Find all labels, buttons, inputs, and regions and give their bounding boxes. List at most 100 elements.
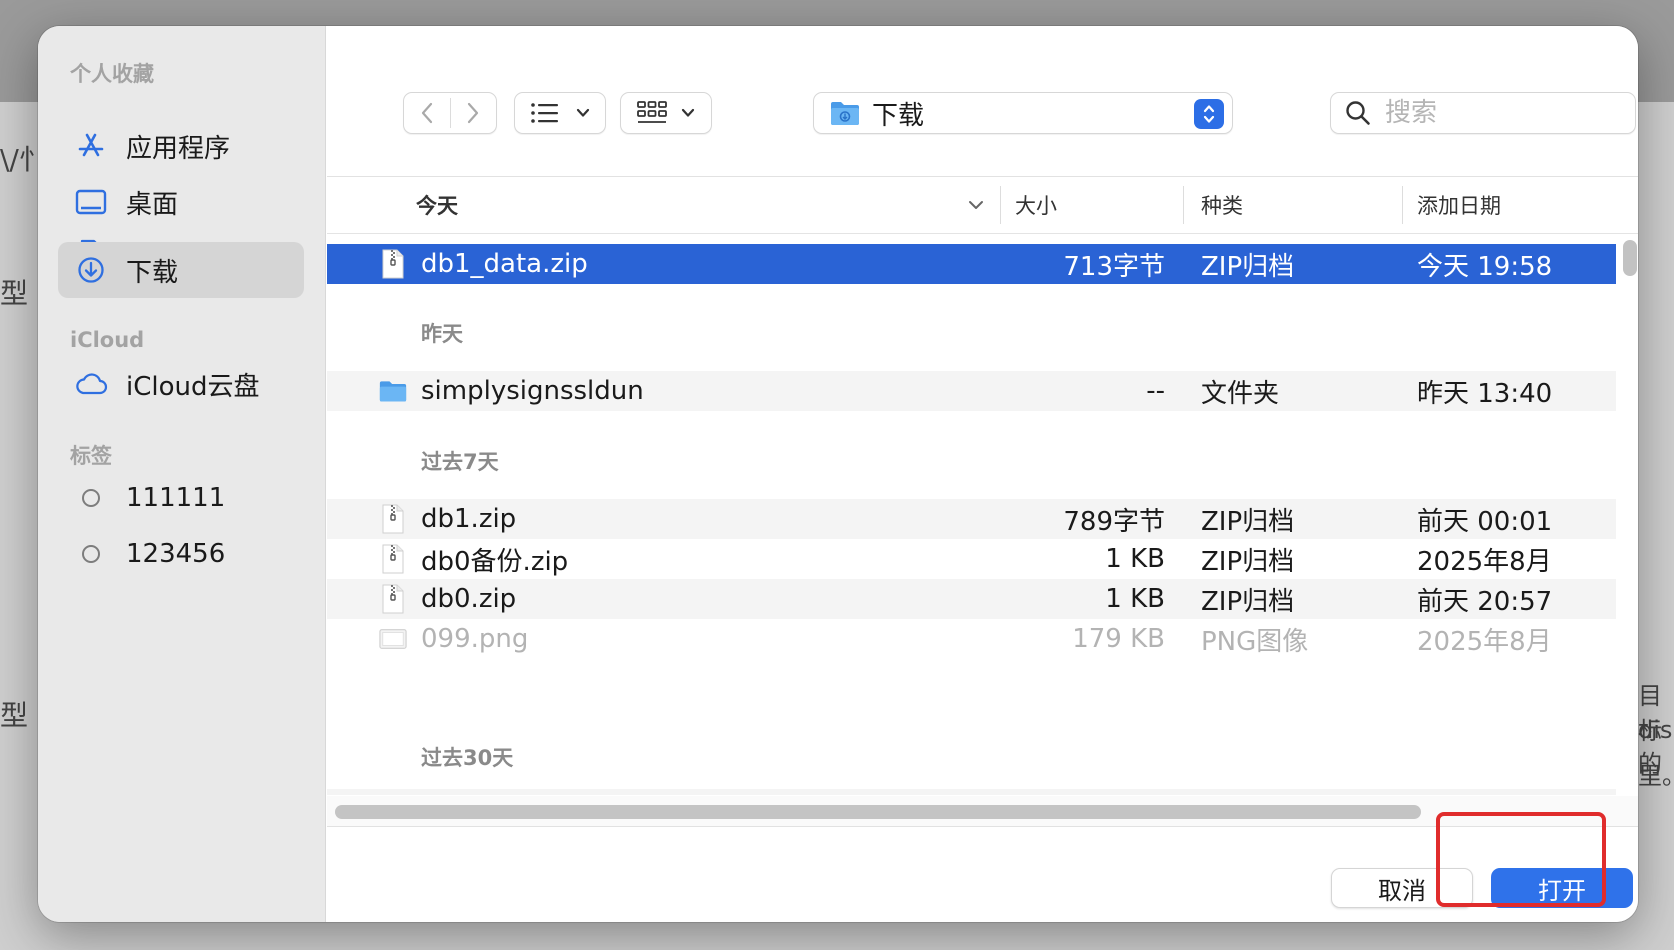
group-header-past-7-days: 过去7天 — [421, 450, 499, 474]
desktop-icon — [72, 186, 110, 218]
file-date: 2025年8月 — [1417, 626, 1552, 657]
partially-visible-row — [327, 789, 1616, 795]
column-header-name[interactable]: 今天 — [416, 177, 988, 233]
group-view-button[interactable] — [620, 92, 712, 134]
folder-row[interactable]: simplysignssldun -- 文件夹 昨天 13:40 — [327, 371, 1616, 411]
zip-file-icon — [379, 579, 407, 619]
chevron-down-icon — [576, 108, 590, 117]
file-name: simplysignssldun — [421, 376, 644, 406]
file-kind: ZIP归档 — [1201, 546, 1295, 577]
search-field[interactable] — [1330, 92, 1636, 134]
file-size: 1 KB — [1105, 584, 1165, 614]
column-header-label: 大小 — [1015, 194, 1057, 218]
column-header-size[interactable]: 大小 — [1015, 177, 1175, 233]
file-date: 2025年8月 — [1417, 546, 1552, 577]
open-file-dialog: 个人收藏 应用程序 桌面 文稿 下载 iCloud — [38, 26, 1638, 922]
file-name: db1.zip — [421, 504, 517, 534]
vertical-scrollbar[interactable] — [1623, 240, 1637, 276]
back-button[interactable] — [404, 93, 450, 133]
sidebar-item-label: 应用程序 — [126, 133, 231, 164]
column-divider — [1183, 186, 1184, 224]
horizontal-scrollbar[interactable] — [335, 805, 1421, 819]
search-icon — [1346, 101, 1370, 125]
file-size: -- — [1146, 376, 1165, 406]
file-size: 1 KB — [1105, 544, 1165, 574]
sidebar-item-label: 下载 — [126, 257, 179, 288]
column-header-label: 种类 — [1201, 194, 1243, 218]
column-header-label: 添加日期 — [1417, 194, 1501, 218]
up-down-stepper-icon — [1194, 99, 1224, 129]
sidebar-item-tag-123456[interactable]: 123456 — [58, 526, 304, 582]
sidebar: 个人收藏 应用程序 桌面 文稿 下载 iCloud — [38, 26, 326, 922]
file-kind: ZIP归档 — [1201, 506, 1295, 537]
list-icon — [531, 103, 558, 123]
navigation-buttons — [403, 92, 497, 134]
sidebar-item-downloads[interactable]: 下载 — [58, 242, 304, 298]
file-browser: 下载 今天 大小 种类 添加日期 — [327, 26, 1638, 922]
group-header-past-30-days: 过去30天 — [421, 746, 514, 770]
file-size: 179 KB — [1072, 624, 1165, 654]
folder-icon — [379, 371, 407, 411]
file-name: db1_data.zip — [421, 249, 588, 279]
column-header-label: 今天 — [416, 194, 458, 218]
forward-button[interactable] — [450, 93, 496, 133]
chevron-down-icon — [681, 108, 695, 117]
background-text: 型 — [0, 699, 29, 732]
folder-download-icon — [831, 102, 859, 125]
file-name: db0备份.zip — [421, 546, 569, 577]
zip-file-icon — [379, 244, 407, 284]
location-popup[interactable]: 下载 — [813, 92, 1233, 134]
sort-chevron-down-icon — [969, 201, 983, 209]
sidebar-item-label: 123456 — [126, 539, 226, 569]
file-kind: PNG图像 — [1201, 626, 1309, 657]
search-input[interactable] — [1385, 98, 1615, 128]
tag-circle-icon — [82, 545, 100, 563]
open-button[interactable]: 打开 — [1491, 868, 1633, 908]
file-kind: 文件夹 — [1201, 378, 1280, 409]
file-row[interactable]: db1_data.zip 713字节 ZIP归档 今天 19:58 — [327, 244, 1616, 284]
sidebar-item-icloud-drive[interactable]: iCloud云盘 — [58, 356, 304, 412]
column-header-date-added[interactable]: 添加日期 — [1417, 177, 1617, 233]
file-date: 今天 19:58 — [1417, 251, 1553, 282]
image-file-icon — [379, 619, 407, 659]
file-kind: ZIP归档 — [1201, 251, 1295, 282]
app-store-icon — [72, 130, 110, 162]
file-name: db0.zip — [421, 584, 517, 614]
file-size: 789字节 — [1063, 506, 1165, 537]
header-divider — [327, 233, 1638, 234]
sidebar-item-tag-111111[interactable]: 111111 — [58, 470, 304, 526]
tags-section-title: 标签 — [70, 444, 112, 468]
sidebar-item-desktop[interactable]: 桌面 — [58, 174, 304, 230]
file-row-disabled: 099.png 179 KB PNG图像 2025年8月 — [327, 619, 1616, 659]
file-kind: ZIP归档 — [1201, 586, 1295, 617]
download-icon — [72, 254, 110, 286]
zip-file-icon — [379, 539, 407, 579]
sidebar-item-applications[interactable]: 应用程序 — [58, 118, 304, 174]
file-name: 099.png — [421, 624, 529, 654]
sidebar-item-label: 111111 — [126, 483, 226, 513]
chevron-left-icon — [421, 102, 432, 124]
favorites-section-title: 个人收藏 — [70, 62, 154, 86]
zip-file-icon — [379, 499, 407, 539]
file-size: 713字节 — [1063, 251, 1165, 282]
file-date: 昨天 13:40 — [1417, 378, 1553, 409]
column-divider — [1402, 186, 1403, 224]
chevron-right-icon — [468, 102, 479, 124]
sidebar-item-label: iCloud云盘 — [126, 371, 260, 402]
location-label: 下载 — [872, 100, 925, 131]
list-view-button[interactable] — [514, 92, 606, 134]
column-header-kind[interactable]: 种类 — [1201, 177, 1391, 233]
file-row[interactable]: db0备份.zip 1 KB ZIP归档 2025年8月 — [327, 539, 1616, 579]
cancel-button[interactable]: 取消 — [1331, 868, 1473, 908]
cloud-icon — [72, 368, 110, 400]
file-row[interactable]: db1.zip 789字节 ZIP归档 前天 00:01 — [327, 499, 1616, 539]
background-text: 里。 — [1638, 762, 1674, 790]
background-text: 型 — [0, 277, 29, 310]
sidebar-item-label: 桌面 — [126, 189, 179, 220]
file-row[interactable]: db0.zip 1 KB ZIP归档 前天 20:57 — [327, 579, 1616, 619]
grid-icon — [637, 101, 667, 123]
tag-circle-icon — [82, 489, 100, 507]
footer-divider — [327, 826, 1638, 827]
column-divider — [1000, 186, 1001, 224]
file-date: 前天 20:57 — [1417, 586, 1553, 617]
